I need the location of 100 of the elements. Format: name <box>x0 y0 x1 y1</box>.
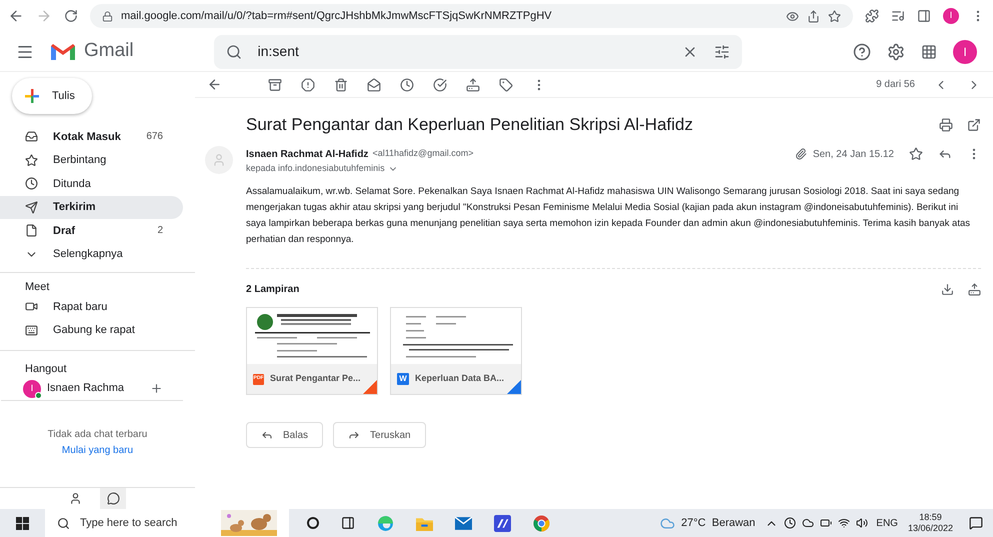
plus-icon[interactable] <box>150 382 163 395</box>
sender-name: Isnaen Rachmat Al-Hafidz <box>246 148 368 162</box>
clock-icon <box>25 177 38 190</box>
filter-icon[interactable] <box>714 44 730 60</box>
eye-icon[interactable] <box>786 10 799 22</box>
corner-fold-icon <box>363 380 377 394</box>
taskbar-search-field[interactable]: Type here to search <box>45 509 289 537</box>
gmail-logo-icon <box>50 42 76 62</box>
search-field[interactable]: in:sent <box>214 34 742 68</box>
sidebar-item[interactable]: Gabung ke rapat <box>0 318 195 342</box>
section-title: Meet <box>24 280 50 295</box>
start-chat-link[interactable]: Mulai yang baru <box>62 445 134 456</box>
email-subject: Surat Pengantar dan Keperluan Penelitian Skripsi Al-Hafidz <box>246 114 694 136</box>
reply-icon <box>261 429 273 441</box>
sidebar-item[interactable]: Rapat baru <box>0 295 195 318</box>
trash-icon[interactable] <box>334 78 348 92</box>
sidebar-item[interactable]: Draf 2 <box>0 219 183 242</box>
attachment-card[interactable]: W Keperluan Data BA... <box>390 307 522 395</box>
action-button[interactable]: Teruskan <box>333 422 426 448</box>
apps-grid-icon[interactable] <box>921 44 937 60</box>
star-icon[interactable] <box>909 147 923 161</box>
spam-icon[interactable] <box>301 78 315 92</box>
keyboard-icon <box>25 324 38 337</box>
pager-text: 9 dari 56 <box>876 78 915 92</box>
clock-date: 13/06/2022 <box>908 523 953 534</box>
empty-chat-text: Tidak ada chat terbaru <box>46 428 148 442</box>
archive-icon[interactable] <box>268 78 282 92</box>
weather-text[interactable]: 27°C Berawan <box>681 514 756 532</box>
media-icon[interactable] <box>891 9 905 23</box>
sender-email: <al11hafidz@gmail.com> <box>372 147 474 160</box>
account-avatar[interactable]: I <box>953 40 977 64</box>
attachments-title: 2 Lampiran <box>246 283 300 297</box>
forward-icon <box>348 429 360 441</box>
file-name: Keperluan Data BA... <box>415 372 504 386</box>
plus-icon <box>24 88 40 104</box>
chat-icon[interactable] <box>106 492 120 505</box>
notification-icon[interactable] <box>969 516 983 530</box>
sidebar-item[interactable]: Kotak Masuk 676 <box>0 125 183 148</box>
cloud-icon[interactable] <box>802 517 814 529</box>
mail-open-icon[interactable] <box>367 78 381 92</box>
puzzle-icon[interactable] <box>865 9 879 23</box>
printer-icon[interactable] <box>939 118 953 132</box>
profile-avatar[interactable]: I <box>943 8 959 24</box>
attachment-icon <box>794 148 807 160</box>
item-count: 2 <box>157 224 163 238</box>
help-icon[interactable] <box>853 42 871 60</box>
reload-icon[interactable] <box>64 9 78 23</box>
video-camera-icon <box>25 300 38 314</box>
settings-icon[interactable] <box>887 42 905 60</box>
url-text: mail.google.com/mail/u/0/?tab=rm#sent/QgrcJHshbMkJmwMscFTSjqSwKrNMRZTPgHV <box>121 8 552 24</box>
clock-icon[interactable] <box>400 78 414 92</box>
person-icon[interactable] <box>69 492 82 505</box>
recipient-text: kepada info.indonesiabutuhfeminis <box>246 162 385 176</box>
mail-icon[interactable] <box>455 516 472 530</box>
external-link-icon[interactable] <box>967 118 981 132</box>
task-icon[interactable] <box>433 78 447 92</box>
windows-icon[interactable] <box>341 516 355 530</box>
address-bar[interactable]: mail.google.com/mail/u/0/?tab=rm#sent/QgrcJHshbMkJmwMscFTSjqSwKrNMRZTPgHV <box>90 4 853 28</box>
windows-logo-icon[interactable] <box>16 516 29 530</box>
search-value: in:sent <box>258 42 300 61</box>
app-tile-icon[interactable] <box>494 514 511 532</box>
share-icon[interactable] <box>807 10 820 22</box>
contact-name[interactable]: Isnaen Rachma <box>47 380 150 397</box>
section-title: Hangout <box>24 362 68 377</box>
label-icon[interactable] <box>499 78 513 92</box>
email-date: Sen, 24 Jan 15.12 <box>812 148 894 162</box>
file-type-icon: W <box>397 373 409 385</box>
contact-avatar: I <box>23 380 41 398</box>
item-count: 676 <box>146 130 163 144</box>
email-body: Assalamualaikum, wr.wb. Selamat Sore. Pekenalkan Saya Isnaen Rachmat Al-Hafidz mahasiswa UIN Walisongo Semarang jurusan Sosiologi 2018. Saat ini saya sedang mengerjakan tugas akhir atau skripsi yang berjudul "Konstruksi Pesan Feminisme Melalui Media Sosial (kajian pada akun instagram @indoneisabutuhfeminis). Berikut ini saya lampirkan beberapa berkas guna menunjang penelitian saya serta memohon izin kepada Founder dan admin akun @indonesiabutuhfeminis. Terima kasih banyak atas perhatian dan responnya. <box>246 185 971 247</box>
chrome-icon[interactable] <box>533 514 550 532</box>
language-text[interactable]: ENG <box>876 516 898 530</box>
app-name: Gmail <box>84 39 134 64</box>
battery-icon[interactable] <box>820 517 832 529</box>
inbox-icon <box>25 130 38 144</box>
speaker-icon[interactable] <box>856 517 868 529</box>
sidebar-item[interactable]: Selengkapnya <box>0 242 183 266</box>
back-icon[interactable] <box>207 77 222 92</box>
clock-time: 18:59 <box>919 512 942 523</box>
star-icon[interactable] <box>828 10 841 22</box>
download-icon[interactable] <box>941 283 954 296</box>
file-name: Surat Pengantar Pe... <box>270 372 361 386</box>
compose-button[interactable]: Tulis <box>12 78 92 114</box>
back-icon[interactable] <box>8 8 24 24</box>
search-icon <box>57 516 70 530</box>
side-panel-icon[interactable] <box>917 9 931 23</box>
move-icon[interactable] <box>466 78 480 92</box>
sidebar-item[interactable]: Terkirim <box>0 196 183 219</box>
sender-avatar <box>205 146 233 174</box>
lock-icon <box>102 10 113 22</box>
send-icon <box>25 200 38 214</box>
action-button[interactable]: Balas <box>246 422 324 448</box>
task-view-icon[interactable] <box>307 517 319 529</box>
sidebar-item[interactable]: Berbintang <box>0 148 183 172</box>
search-icon[interactable] <box>226 44 242 60</box>
star-icon <box>25 154 38 167</box>
corner-fold-icon <box>507 380 521 394</box>
folder-icon[interactable] <box>416 516 433 530</box>
sidebar-item[interactable]: Ditunda <box>0 172 183 196</box>
file-icon <box>25 224 38 238</box>
